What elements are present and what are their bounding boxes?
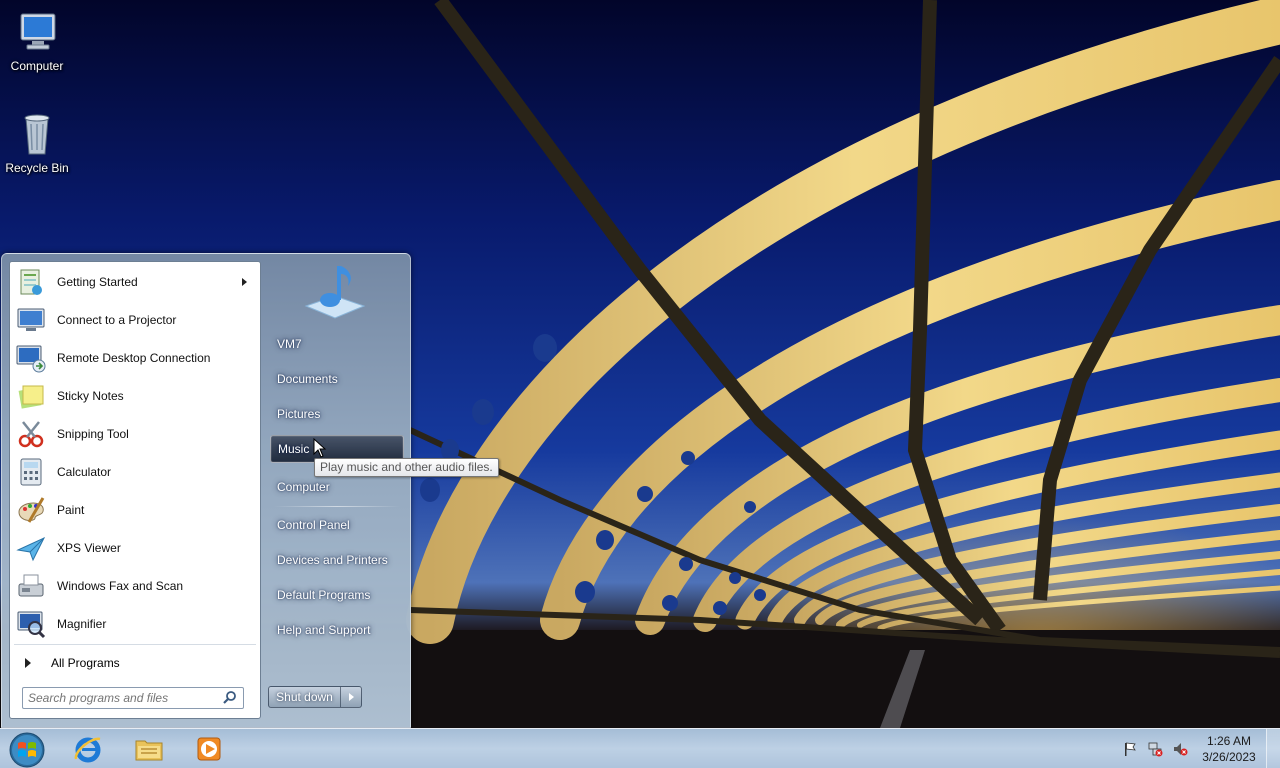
program-sticky-notes[interactable]: Sticky Notes — [13, 378, 257, 414]
search-icon[interactable] — [222, 690, 238, 706]
start-button-windows-icon[interactable] — [7, 730, 47, 768]
program-fax-scan[interactable]: Windows Fax and Scan — [13, 568, 257, 604]
show-desktop-button[interactable] — [1266, 729, 1280, 768]
taskbar-windows-explorer[interactable] — [121, 732, 177, 766]
place-computer[interactable]: Computer — [270, 473, 404, 501]
desktop-recycle-bin-icon[interactable]: Recycle Bin — [0, 110, 74, 175]
place-help-support[interactable]: Help and Support — [270, 616, 404, 644]
place-label: Help and Support — [277, 623, 371, 637]
desktop-icon-label: Recycle Bin — [5, 161, 69, 175]
remote-desktop-icon — [16, 345, 46, 373]
programs-pane: Getting Started Connect to a Projector R… — [9, 261, 261, 719]
place-label: VM7 — [277, 337, 302, 351]
expand-arrow-icon — [25, 658, 31, 668]
places-divider — [274, 506, 400, 507]
search-box[interactable] — [22, 687, 244, 709]
place-label: Default Programs — [277, 588, 371, 602]
program-label: Getting Started — [57, 275, 138, 289]
shutdown-control: Shut down — [268, 686, 362, 708]
program-label: Sticky Notes — [57, 389, 124, 403]
taskbar: 1:26 AM 3/26/2023 — [0, 728, 1280, 768]
place-documents[interactable]: Documents — [270, 365, 404, 393]
system-clock[interactable]: 1:26 AM 3/26/2023 — [1192, 733, 1266, 765]
music-tooltip: Play music and other audio files. — [314, 458, 499, 477]
shutdown-button[interactable]: Shut down — [269, 687, 341, 707]
program-label: Calculator — [57, 465, 112, 479]
snipping-tool-icon — [18, 421, 44, 448]
start-menu: Getting Started Connect to a Projector R… — [1, 253, 411, 728]
music-user-picture-icon — [304, 266, 366, 319]
search-input[interactable] — [28, 689, 222, 707]
program-paint[interactable]: Paint — [13, 492, 257, 528]
fax-scan-icon — [18, 574, 44, 597]
place-label: Documents — [277, 372, 338, 386]
paint-icon — [18, 497, 45, 523]
place-label: Control Panel — [277, 518, 350, 532]
clock-date: 3/26/2023 — [1202, 750, 1256, 764]
internet-explorer-icon — [74, 737, 101, 763]
place-default-programs[interactable]: Default Programs — [270, 581, 404, 609]
computer-icon — [20, 13, 56, 50]
taskbar-media-player[interactable] — [181, 732, 237, 766]
program-label: Snipping Tool — [57, 427, 129, 441]
all-programs-label: All Programs — [51, 656, 120, 670]
desktop-computer-icon[interactable]: Computer — [0, 8, 74, 73]
windows-explorer-icon — [135, 740, 163, 761]
clock-time: 1:26 AM — [1206, 734, 1252, 748]
all-programs-button[interactable]: All Programs — [13, 650, 257, 676]
program-label: Windows Fax and Scan — [57, 579, 184, 593]
program-label: Remote Desktop Connection — [57, 351, 211, 365]
calculator-icon — [20, 458, 42, 486]
place-user-folder[interactable]: VM7 — [270, 330, 404, 358]
place-control-panel[interactable]: Control Panel — [270, 511, 404, 539]
media-player-icon — [197, 737, 221, 761]
mouse-cursor-icon — [313, 438, 327, 458]
desktop-icon-label: Computer — [10, 59, 64, 73]
place-label: Music — [278, 442, 310, 456]
program-label: Magnifier — [57, 617, 107, 631]
projector-icon — [17, 308, 45, 331]
volume-muted-icon[interactable] — [1172, 741, 1188, 757]
submenu-arrow-icon[interactable] — [242, 278, 247, 286]
program-label: Paint — [57, 503, 85, 517]
sticky-notes-icon — [18, 385, 44, 409]
recycle-bin-icon — [24, 114, 50, 155]
place-label: Computer — [277, 480, 330, 494]
place-devices-printers[interactable]: Devices and Printers — [270, 546, 404, 574]
action-center-flag-icon[interactable] — [1122, 741, 1138, 757]
program-connect-projector[interactable]: Connect to a Projector — [13, 302, 257, 338]
program-getting-started[interactable]: Getting Started — [13, 264, 257, 300]
xps-viewer-icon — [16, 536, 46, 562]
place-pictures[interactable]: Pictures — [270, 400, 404, 428]
programs-divider — [14, 644, 256, 645]
program-snipping-tool[interactable]: Snipping Tool — [13, 416, 257, 452]
place-label: Devices and Printers — [277, 553, 388, 567]
program-magnifier[interactable]: Magnifier — [13, 606, 257, 642]
taskbar-internet-explorer[interactable] — [60, 732, 116, 766]
network-icon[interactable] — [1147, 741, 1163, 757]
program-remote-desktop[interactable]: Remote Desktop Connection — [13, 340, 257, 376]
place-label: Pictures — [277, 407, 321, 421]
program-calculator[interactable]: Calculator — [13, 454, 257, 490]
magnifier-icon — [17, 611, 46, 639]
shutdown-options-arrow-icon[interactable] — [341, 687, 361, 707]
program-xps-viewer[interactable]: XPS Viewer — [13, 530, 257, 566]
program-label: Connect to a Projector — [57, 313, 177, 327]
program-label: XPS Viewer — [57, 541, 121, 555]
getting-started-icon — [20, 269, 42, 295]
